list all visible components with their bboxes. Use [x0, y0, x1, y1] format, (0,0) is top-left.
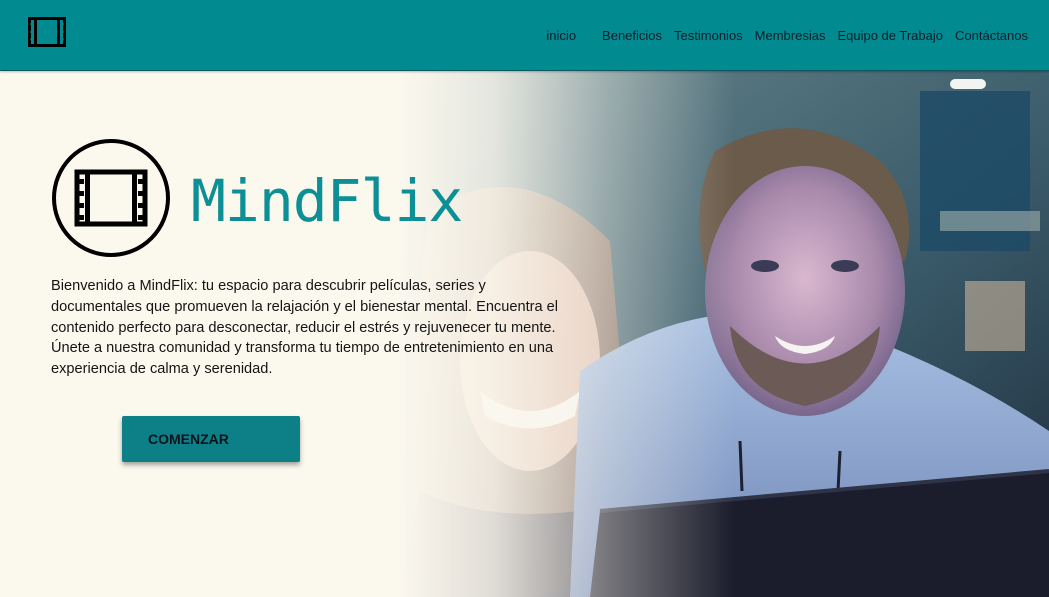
hero-intro-text: Bienvenido a MindFlix: tu espacio para d…	[51, 278, 559, 378]
brand-title: MindFlix	[191, 167, 463, 235]
comenzar-button[interactable]: COMENZAR	[122, 416, 300, 462]
nav-link-beneficios[interactable]: Beneficios	[602, 28, 662, 43]
nav-menu: inicio Beneficios Testimonios Membresias…	[546, 0, 1028, 70]
hero-section: MindFlix Bienvenido a MindFlix: tu espac…	[0, 71, 1049, 597]
film-strip-icon[interactable]	[28, 17, 66, 47]
nav-link-inicio[interactable]: inicio	[546, 28, 576, 43]
nav-link-testimonios[interactable]: Testimonios	[674, 28, 743, 43]
film-strip-circle-icon	[52, 139, 170, 257]
nav-link-membresias[interactable]: Membresias	[755, 28, 826, 43]
nav-link-equipo[interactable]: Equipo de Trabajo	[837, 28, 943, 43]
nav-link-contactanos[interactable]: Contáctanos	[955, 28, 1028, 43]
top-navbar: inicio Beneficios Testimonios Membresias…	[0, 0, 1049, 71]
